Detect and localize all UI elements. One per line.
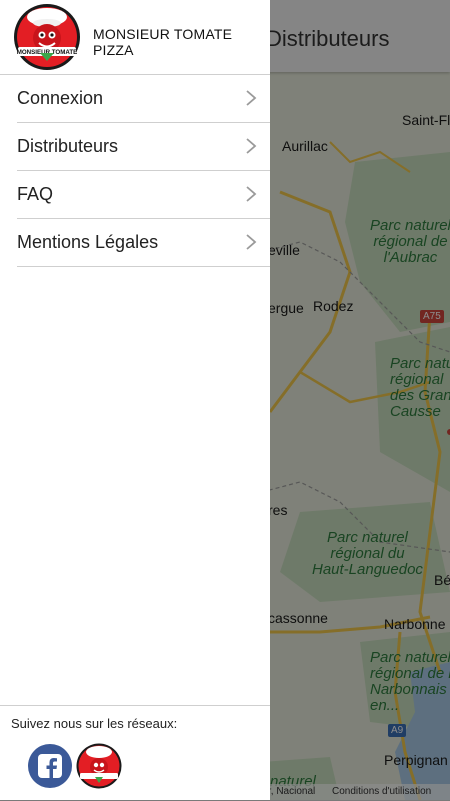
brand-name-line2: PIZZA [93,42,134,58]
chevron-right-icon [246,186,257,202]
brand-name: MONSIEUR TOMATE PIZZA [93,26,232,58]
menu-item-distributeurs[interactable]: Distributeurs [17,123,270,171]
menu-item-connexion[interactable]: Connexion [17,75,270,123]
menu-item-mentions-legales[interactable]: Mentions Légales [17,219,270,267]
drawer-header: MONSIEUR TOMATE MONSIEUR TOMATE PIZZA [0,0,270,75]
chevron-right-icon [246,138,257,154]
follow-us-text: Suivez nous sur les réseaux: [11,716,178,731]
drawer-menu: Connexion Distributeurs FAQ Mentions Lég… [17,75,270,267]
chevron-right-icon [246,234,257,250]
chevron-right-icon [246,90,257,106]
menu-item-label: Distributeurs [17,136,119,156]
facebook-icon[interactable] [28,744,72,788]
menu-item-label: Connexion [17,88,104,108]
menu-item-label: Mentions Légales [17,232,159,252]
monsieur-tomate-logo: MONSIEUR TOMATE [14,4,80,70]
brand-name-line1: MONSIEUR TOMATE [93,26,233,42]
menu-item-label: FAQ [17,184,54,204]
monsieur-tomate-social-icon[interactable] [76,743,122,789]
menu-item-faq[interactable]: FAQ [17,171,270,219]
navigation-drawer: MONSIEUR TOMATE MONSIEUR TOMATE PIZZA Co… [0,0,270,800]
social-footer: Suivez nous sur les réseaux: [0,705,270,801]
